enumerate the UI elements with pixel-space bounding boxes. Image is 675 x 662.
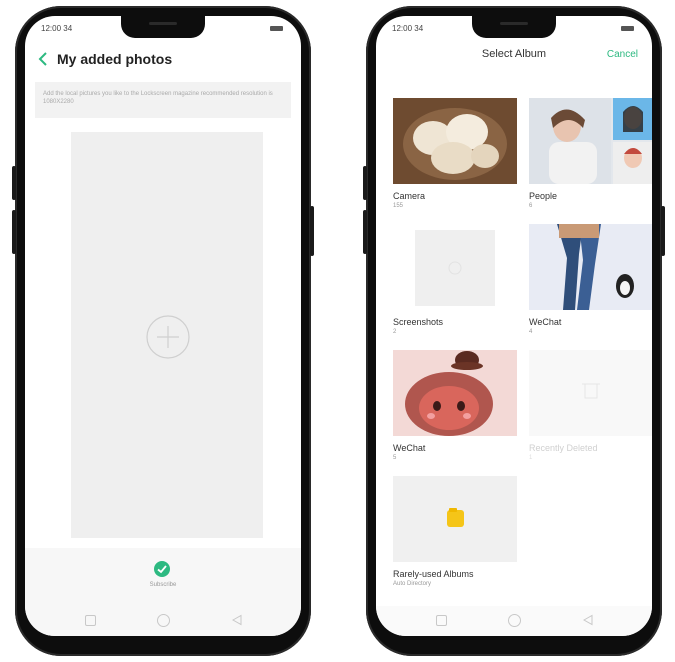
screenshot-icon	[415, 230, 495, 306]
recent-apps-icon[interactable]	[436, 615, 447, 626]
home-icon[interactable]	[508, 614, 521, 627]
power-button	[310, 206, 314, 256]
album-thumbnail-wechat-2	[393, 350, 517, 436]
album-thumbnail-rarely-used	[393, 476, 517, 562]
nav-bar	[376, 606, 652, 636]
volume-up-button	[363, 166, 367, 200]
info-text: Add the local pictures you like to the L…	[43, 91, 273, 105]
album-name: WeChat	[393, 443, 426, 453]
album-thumbnail-people	[529, 98, 652, 184]
recent-apps-icon[interactable]	[85, 615, 96, 626]
album-count: 4	[529, 329, 533, 335]
album-name: WeChat	[529, 317, 562, 327]
album-name: Recently Deleted	[529, 443, 598, 453]
status-time: 12:00 34	[392, 24, 424, 33]
album-thumbnail-camera	[393, 98, 517, 184]
screen-right: 12:00 34 Select Album Cancel Camera 155	[376, 16, 652, 636]
notch	[472, 16, 556, 38]
album-screenshots[interactable]: Screenshots 2	[393, 224, 517, 335]
phone-right: 12:00 34 Select Album Cancel Camera 155	[363, 6, 665, 656]
volume-up-button	[12, 166, 16, 200]
back-nav-icon[interactable]	[582, 614, 594, 626]
album-name: Rarely-used Albums	[393, 569, 474, 579]
status-time: 12:00 34	[41, 24, 73, 33]
album-wechat-2[interactable]: WeChat 5	[393, 350, 517, 461]
album-wechat[interactable]: WeChat 4	[529, 224, 652, 335]
check-circle-icon[interactable]	[153, 560, 171, 578]
back-nav-icon[interactable]	[231, 614, 243, 626]
album-count: 155	[393, 203, 404, 209]
home-icon[interactable]	[157, 614, 170, 627]
volume-down-button	[12, 210, 16, 254]
nav-bar	[25, 606, 301, 636]
album-count: 5	[393, 455, 397, 461]
notch	[121, 16, 205, 38]
album-thumbnail-wechat	[529, 224, 652, 310]
battery-icon	[621, 26, 634, 31]
add-photo-area[interactable]	[71, 132, 263, 538]
album-thumbnail-recently-deleted	[529, 350, 652, 436]
subscribe-bar: Subscribe	[25, 548, 301, 606]
album-name: Screenshots	[393, 317, 444, 327]
album-count: Auto Directory	[393, 581, 432, 587]
subscribe-label[interactable]: Subscribe	[25, 582, 301, 588]
battery-icon	[270, 26, 283, 31]
page-title: My added photos	[57, 51, 173, 67]
trash-icon	[582, 383, 600, 399]
album-camera[interactable]: Camera 155	[393, 98, 517, 209]
album-count: 1	[529, 455, 533, 461]
power-button	[661, 206, 665, 256]
screen-left: 12:00 34 My added photos Add the local p…	[25, 16, 301, 636]
album-recently-deleted[interactable]: Recently Deleted 1	[529, 350, 652, 461]
album-count: 6	[529, 203, 533, 209]
folder-icon	[447, 508, 464, 527]
album-name: People	[529, 191, 558, 201]
header: My added photos	[25, 44, 301, 74]
album-rarely-used[interactable]: Rarely-used Albums Auto Directory	[393, 476, 517, 587]
album-name: Camera	[393, 191, 426, 201]
album-thumbnail-screenshots	[393, 224, 517, 310]
phone-left: 12:00 34 My added photos Add the local p…	[12, 6, 314, 656]
back-arrow-icon[interactable]	[37, 52, 49, 66]
cartoon-photo-icon	[393, 350, 517, 436]
people-photo-icon	[529, 98, 652, 184]
info-box: Add the local pictures you like to the L…	[35, 82, 291, 118]
cancel-button[interactable]: Cancel	[607, 49, 638, 60]
volume-down-button	[363, 210, 367, 254]
add-icon[interactable]	[145, 314, 191, 360]
album-count: 2	[393, 329, 397, 335]
food-photo-icon	[393, 98, 517, 184]
album-people[interactable]: People 6	[529, 98, 652, 209]
wechat-photo-icon	[529, 224, 652, 310]
